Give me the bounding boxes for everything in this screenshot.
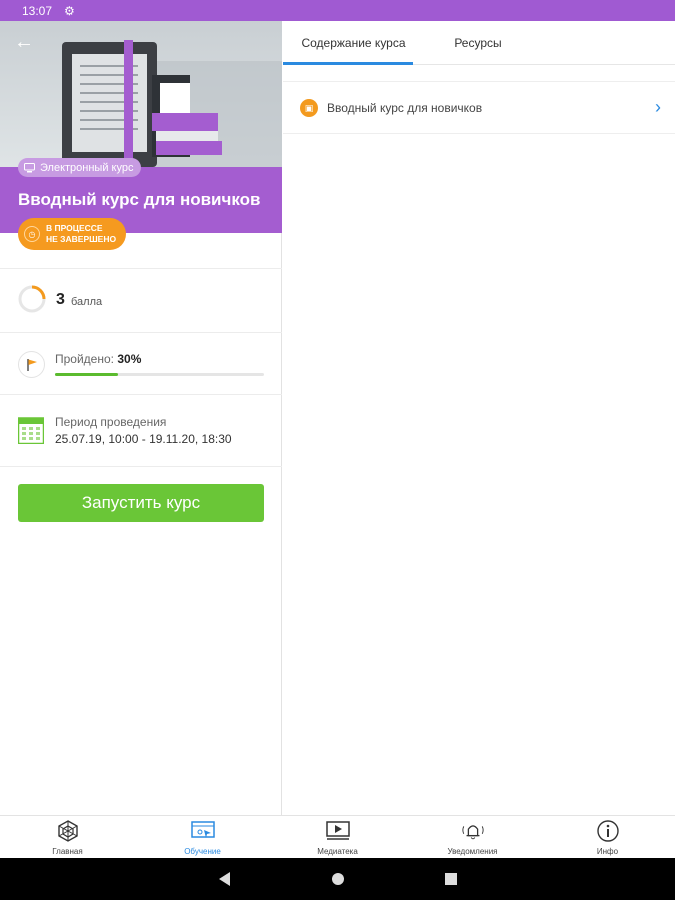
launch-course-button[interactable]: Запустить курс	[18, 484, 264, 522]
course-type-badge: Электронный курс	[18, 158, 142, 177]
nav-item-media[interactable]: Медиатека	[270, 816, 405, 859]
tab-resources[interactable]: Ресурсы	[433, 21, 523, 65]
points-ring-icon	[18, 285, 46, 313]
nav-item-notifications[interactable]: Уведомления	[405, 816, 540, 859]
nav-label-learning: Обучение	[184, 847, 221, 856]
system-navigation-bar	[0, 858, 675, 900]
system-recents-icon[interactable]	[442, 870, 460, 888]
calendar-icon	[18, 417, 44, 444]
period-value: 25.07.19, 10:00 - 19.11.20, 18:30	[55, 432, 232, 446]
nav-item-home[interactable]: Главная	[0, 816, 135, 859]
progress-bar	[55, 373, 264, 376]
status-line-2: НЕ ЗАВЕРШЕНО	[46, 234, 117, 244]
system-back-icon[interactable]	[216, 870, 234, 888]
flag-icon	[18, 351, 45, 378]
status-time: 13:07	[22, 3, 53, 18]
progress-label: Пройдено: 30%	[55, 352, 141, 366]
status-line-1: В ПРОЦЕССЕ	[46, 223, 103, 233]
content-item-label: Вводный курс для новичков	[327, 101, 483, 115]
tab-course-content[interactable]: Содержание курса	[294, 21, 413, 65]
info-icon	[596, 820, 620, 842]
course-details-panel: ← Электронный курс Вводный курс для нови…	[0, 21, 282, 815]
course-status-badge: ◷ В ПРОЦЕССЕ НЕ ЗАВЕРШЕНО	[18, 218, 127, 250]
nav-item-learning[interactable]: Обучение	[135, 816, 270, 859]
course-type-label: Электронный курс	[40, 161, 134, 174]
nav-label-home: Главная	[52, 847, 83, 856]
media-library-icon	[326, 820, 350, 842]
ebook-illustration-icon	[62, 40, 282, 167]
progress-bar-fill	[55, 373, 118, 376]
settings-gear-icon: ⚙	[64, 3, 75, 18]
clock-icon: ◷	[24, 226, 40, 242]
monitor-icon	[24, 162, 35, 172]
learning-icon	[191, 820, 215, 842]
chevron-right-icon: ›	[655, 97, 661, 117]
progress-label-text: Пройдено:	[55, 352, 114, 366]
progress-value: 30%	[117, 352, 142, 366]
bottom-navigation: Главная Обучение Медиатека Уведомления И…	[0, 815, 675, 858]
status-bar: 13:07 ⚙	[0, 0, 675, 815]
notifications-icon	[461, 820, 485, 842]
nav-item-info[interactable]: Инфо	[540, 816, 675, 859]
active-tab-indicator	[283, 62, 413, 65]
period-row: Период проведения 25.07.19, 10:00 - 19.1…	[0, 395, 282, 467]
points-row: 3 балла	[0, 268, 282, 333]
course-title: Вводный курс для новичков	[18, 190, 261, 209]
system-home-icon[interactable]	[329, 870, 347, 888]
nav-label-info: Инфо	[596, 847, 619, 856]
course-module-icon: ▣	[300, 99, 318, 117]
course-content-panel: Содержание курса Ресурсы ▣ Вводный курс …	[283, 21, 675, 815]
content-list-item[interactable]: ▣ Вводный курс для новичков ›	[283, 81, 675, 134]
progress-row: Пройдено: 30%	[0, 333, 282, 395]
period-label: Период проведения	[55, 415, 167, 429]
course-hero-image: ←	[0, 21, 282, 167]
points-value: 3	[56, 291, 65, 308]
nav-label-notifications: Уведомления	[447, 847, 498, 856]
points-unit: балла	[71, 296, 103, 308]
status-text: В ПРОЦЕССЕ НЕ ЗАВЕРШЕНО	[46, 223, 116, 245]
nav-label-media: Медиатека	[317, 847, 358, 856]
back-arrow-icon[interactable]: ←	[14, 31, 38, 53]
content-tabs: Содержание курса Ресурсы	[283, 21, 675, 65]
home-icon	[56, 820, 80, 842]
